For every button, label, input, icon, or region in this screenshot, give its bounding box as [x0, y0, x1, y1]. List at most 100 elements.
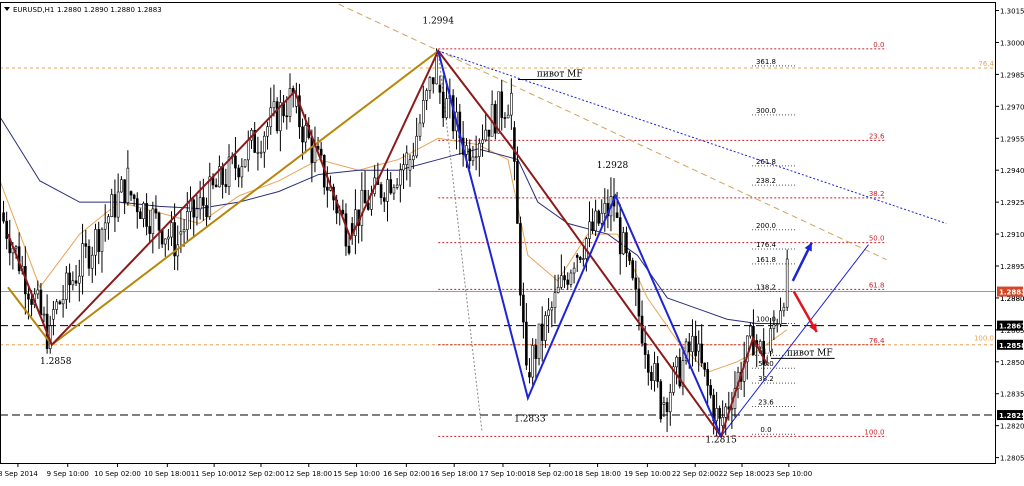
candle-body: [399, 169, 402, 186]
candle-body: [506, 114, 510, 119]
candle-body: [84, 243, 88, 247]
candle-body: [668, 392, 672, 413]
candle-body: [100, 228, 104, 252]
candle-body: [700, 343, 703, 364]
candle-body: [591, 221, 594, 232]
candle-body: [87, 246, 91, 269]
candle-body: [347, 245, 351, 254]
candle-body: [553, 292, 557, 308]
candle-body: [208, 176, 212, 217]
fib-level-label: 76.4: [869, 337, 885, 345]
candle-body: [139, 211, 142, 220]
candle-body: [625, 232, 628, 254]
y-tick-label: 1.2910: [1000, 231, 1024, 239]
pivot-label: пивот MF: [537, 70, 583, 80]
candle-body: [386, 179, 389, 202]
candle-body: [578, 257, 582, 260]
swing-price-label: 1.2928: [597, 161, 629, 171]
candle-body: [431, 77, 435, 85]
candle-body: [474, 156, 478, 158]
x-tick-label: 17 Sep 10:00: [480, 470, 527, 478]
candle-body: [145, 203, 148, 227]
candle-body: [157, 212, 161, 231]
candle-body: [588, 221, 591, 239]
fib-level-label: 50.0: [869, 235, 885, 243]
candle-body: [135, 198, 139, 213]
candle-body: [650, 372, 653, 381]
candle-body: [179, 231, 183, 235]
candle-body: [782, 306, 786, 312]
candle-body: [256, 151, 260, 154]
candle-body: [622, 232, 625, 255]
symbol-label: EURUSD,H1: [13, 6, 54, 14]
candle-body: [435, 54, 438, 85]
x-tick-label: 18 Sep 02:00: [526, 470, 573, 478]
candle-body: [522, 294, 525, 323]
candle-body: [544, 315, 547, 341]
price-badge-label: 1.2883: [999, 289, 1024, 297]
projection-level-label: 200.0: [756, 222, 776, 230]
candle-body: [389, 179, 393, 194]
candle-body: [163, 238, 167, 245]
candle-body: [126, 167, 130, 203]
candle-body: [78, 275, 81, 284]
candle-body: [721, 417, 724, 426]
candle-body: [697, 343, 700, 352]
swing-price-label: 1.2815: [705, 436, 737, 446]
candle-body: [160, 229, 164, 245]
x-tick-label: 11 Sep 10:00: [191, 470, 238, 478]
candle-body: [665, 402, 669, 413]
fib-ext-label: 76.4: [978, 60, 994, 68]
projection-level-label: 300.0: [756, 107, 776, 115]
candle-body: [687, 341, 691, 353]
candle-body: [528, 372, 531, 378]
price-badge-label: 1.2858: [999, 342, 1024, 350]
candle-body: [167, 236, 170, 240]
candle-body: [715, 408, 718, 422]
projection-level-label: 138.2: [756, 284, 776, 292]
candle-body: [30, 298, 33, 305]
candle-body: [594, 210, 597, 232]
candle-body: [582, 258, 585, 260]
candle-body: [71, 280, 75, 286]
candle-body: [675, 356, 678, 368]
candle-body: [516, 161, 519, 224]
projection-level-label: 238.2: [756, 177, 776, 185]
candle-body: [52, 309, 55, 320]
candle-body: [662, 402, 666, 405]
x-tick-label: 8 Sep 2014: [0, 470, 38, 478]
candle-body: [392, 187, 396, 194]
candle-body: [525, 321, 528, 366]
candle-body: [221, 166, 224, 185]
x-tick-label: 16 Sep 02:00: [383, 470, 430, 478]
candle-body: [154, 208, 158, 214]
candle-body: [758, 341, 762, 348]
y-tick-label: 1.2850: [1000, 359, 1024, 367]
x-tick-label: 10 Sep 02:00: [94, 470, 141, 478]
candle-body: [243, 159, 247, 168]
candle-body: [285, 115, 289, 118]
projection-level-label: 0.0: [760, 426, 771, 434]
candle-body: [537, 323, 541, 359]
candle-body: [94, 229, 97, 256]
candle-body: [240, 166, 244, 178]
candle-body: [61, 299, 65, 305]
x-tick-label: 12 Sep 18:00: [285, 470, 332, 478]
candle-body: [615, 212, 619, 218]
candle-body: [192, 199, 196, 218]
candle-body: [481, 139, 484, 144]
candle-body: [182, 229, 186, 233]
candle-body: [694, 335, 697, 357]
y-tick-label: 1.2820: [1000, 423, 1024, 431]
candle-body: [363, 189, 367, 204]
candle-body: [408, 159, 412, 171]
candle-body: [428, 77, 432, 91]
candle-body: [382, 197, 386, 202]
projection-level-label: 361.8: [756, 58, 776, 66]
candle-body: [600, 212, 604, 224]
x-tick-label: 19 Sep 10:00: [624, 470, 671, 478]
candle-body: [572, 267, 576, 274]
candle-body: [266, 126, 269, 137]
candle-body: [402, 164, 405, 171]
candle-body: [785, 258, 789, 308]
